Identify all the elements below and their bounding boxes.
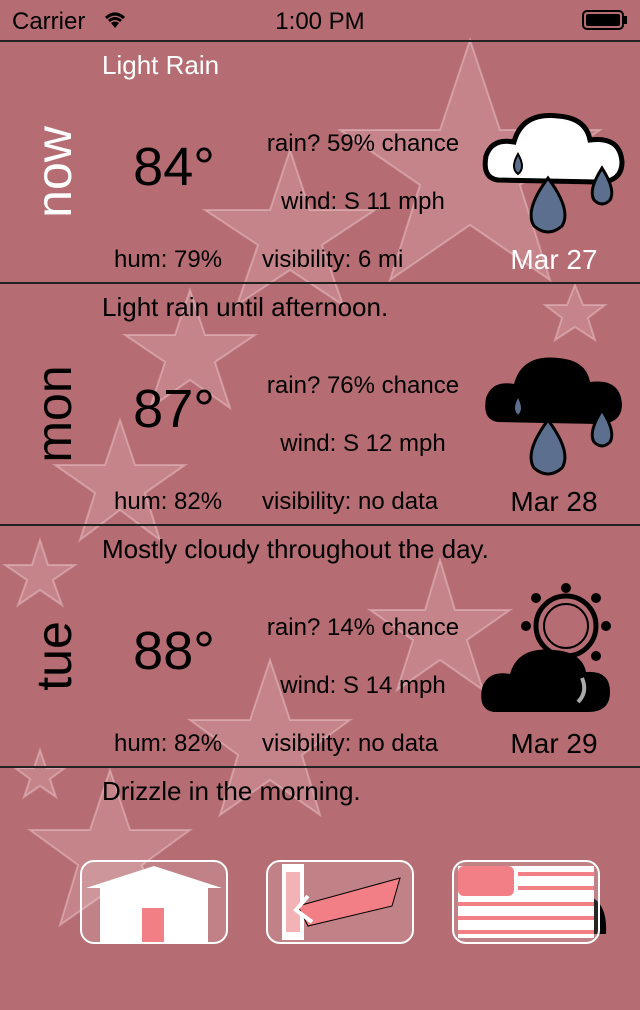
visibility: visibility: no data [262,488,439,515]
rain-cloud-icon [482,113,625,234]
forecast-date: Mar 29 [510,728,598,759]
temperature: 87° [133,379,215,439]
forecast-date: Mar 28 [510,486,598,517]
temperature: 84° [133,137,215,197]
forecast-summary: Mostly cloudy throughout the day. [102,534,489,564]
forecast-day-label: now [26,126,82,218]
rain-chance: rain? 59% chance [266,130,460,157]
forecast-summary: Drizzle in the morning. [102,776,361,806]
battery-icon [582,10,627,30]
forecast-day-label: mon [26,365,82,463]
status-time: 1:00 PM [275,8,365,35]
back-button[interactable] [266,860,414,944]
forecast-summary: Light Rain [102,50,220,80]
partly-cloudy-icon [481,583,611,712]
forecast-summary: Light rain until afternoon. [102,292,389,322]
home-icon [86,866,222,942]
forecast-card-now[interactable]: Light Rain now 84° rain? 59% chance wind… [0,40,640,284]
list-icon [458,866,594,938]
rain-chance: rain? 76% chance [266,372,460,399]
home-button[interactable] [80,860,228,944]
wind: wind: S 12 mph [280,430,446,457]
forecast-date: Mar 27 [510,244,598,275]
rain-cloud-icon [485,357,622,476]
forecast-card-tue[interactable]: Mostly cloudy throughout the day. tue 88… [0,524,640,768]
status-bar: Carrier 1:00 PM [0,0,640,40]
forecast-day-label: tue [26,621,82,691]
back-arrow-icon [282,864,401,940]
list-button[interactable] [452,860,600,944]
humidity: hum: 82% [114,488,223,515]
bottom-toolbar [0,852,640,960]
temperature: 88° [133,621,215,681]
wind: wind: S 11 mph [281,188,445,215]
visibility: visibility: 6 mi [262,246,404,273]
humidity: hum: 82% [114,730,223,757]
wind: wind: S 14 mph [280,672,446,699]
visibility: visibility: no data [262,730,439,757]
humidity: hum: 79% [114,246,223,273]
rain-chance: rain? 14% chance [266,614,460,641]
forecast-card-mon[interactable]: Light rain until afternoon. mon 87° rain… [0,282,640,526]
